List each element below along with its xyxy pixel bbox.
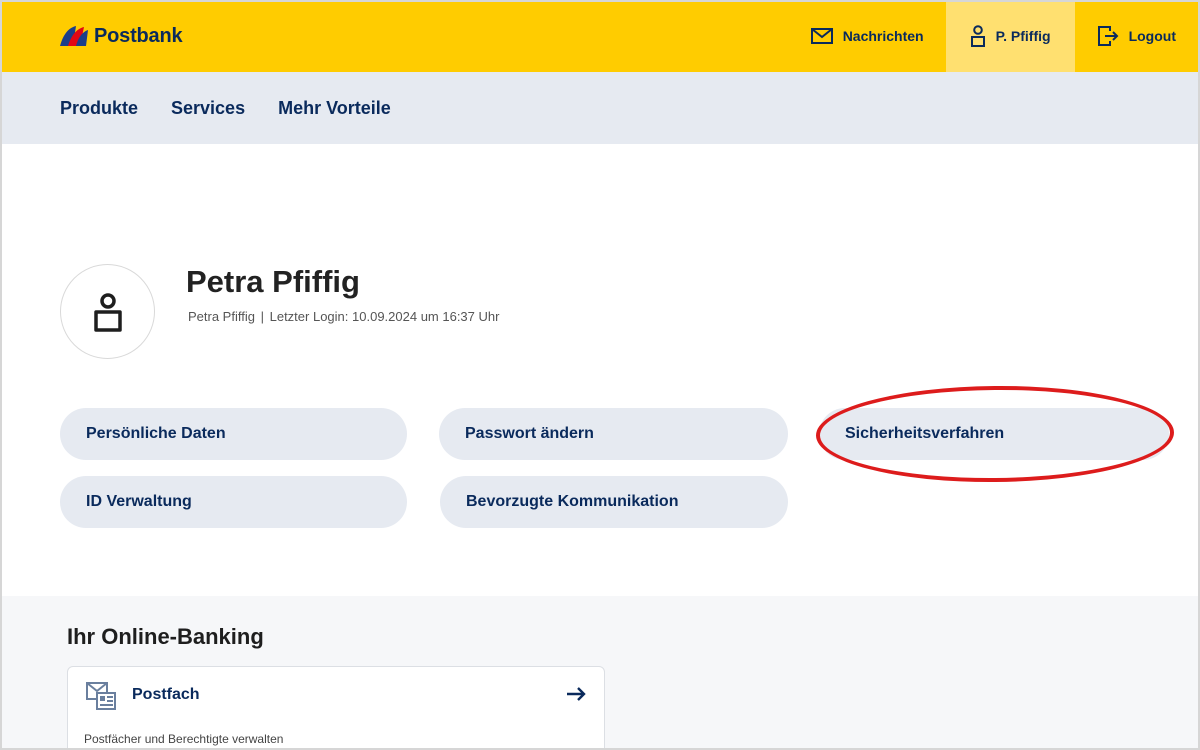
user-profile-button[interactable]: P. Pfiffig — [945, 0, 1075, 72]
preferred-communication-button[interactable]: Bevorzugte Kommunikation — [440, 476, 788, 528]
preferred-communication-label: Bevorzugte Kommunikation — [466, 493, 679, 510]
messages-label: Nachrichten — [842, 28, 924, 44]
brand-name: Postbank — [94, 24, 183, 47]
postbank-logo-icon — [60, 26, 88, 46]
postbank-logo[interactable]: Postbank — [58, 22, 183, 50]
profile-meta: Petra Pfiffig | Letzter Login: 10.09.202… — [188, 309, 499, 324]
header-actions: Nachrichten P. Pfiffig Logout — [789, 0, 1198, 72]
arrow-right-icon[interactable] — [566, 686, 586, 702]
postfach-description: Postfächer und Berechtigte verwalten — [84, 732, 284, 746]
id-management-button[interactable]: ID Verwaltung — [60, 476, 407, 528]
user-label: P. Pfiffig — [995, 28, 1051, 44]
highlight-ring-annotation — [815, 384, 1175, 484]
user-icon — [970, 25, 985, 47]
nav-item-mehr-vorteile[interactable]: Mehr Vorteile — [278, 98, 391, 119]
user-avatar-icon — [93, 292, 122, 332]
postfach-card[interactable]: Postfach Postfächer und Berechtigte verw… — [67, 666, 605, 750]
profile-meta-name: Petra Pfiffig — [188, 309, 255, 324]
id-management-label: ID Verwaltung — [86, 493, 192, 510]
envelope-icon — [810, 28, 833, 44]
personal-data-label: Persönliche Daten — [86, 425, 226, 442]
avatar — [60, 264, 155, 359]
messages-button[interactable]: Nachrichten — [789, 0, 946, 72]
change-password-button[interactable]: Passwort ändern — [439, 408, 788, 460]
logout-button[interactable]: Logout — [1075, 0, 1198, 72]
mailbox-icon — [86, 682, 116, 710]
main-nav: Produkte Services Mehr Vorteile — [0, 72, 1200, 144]
online-banking-title: Ihr Online-Banking — [67, 624, 264, 649]
last-login-value: 10.09.2024 um 16:37 Uhr — [352, 309, 500, 324]
logout-label: Logout — [1128, 28, 1176, 44]
logout-icon — [1097, 26, 1118, 46]
nav-item-produkte[interactable]: Produkte — [60, 98, 138, 119]
top-bar: Postbank Nachrichten P. Pfiffig Logout — [0, 0, 1200, 72]
profile-meta-separator: | — [260, 309, 264, 324]
nav-item-services[interactable]: Services — [171, 98, 245, 119]
change-password-label: Passwort ändern — [465, 425, 594, 442]
profile-name: Petra Pfiffig — [186, 264, 360, 299]
personal-data-button[interactable]: Persönliche Daten — [60, 408, 407, 460]
last-login-label: Letzter Login: — [269, 309, 349, 324]
postfach-title: Postfach — [132, 686, 200, 703]
